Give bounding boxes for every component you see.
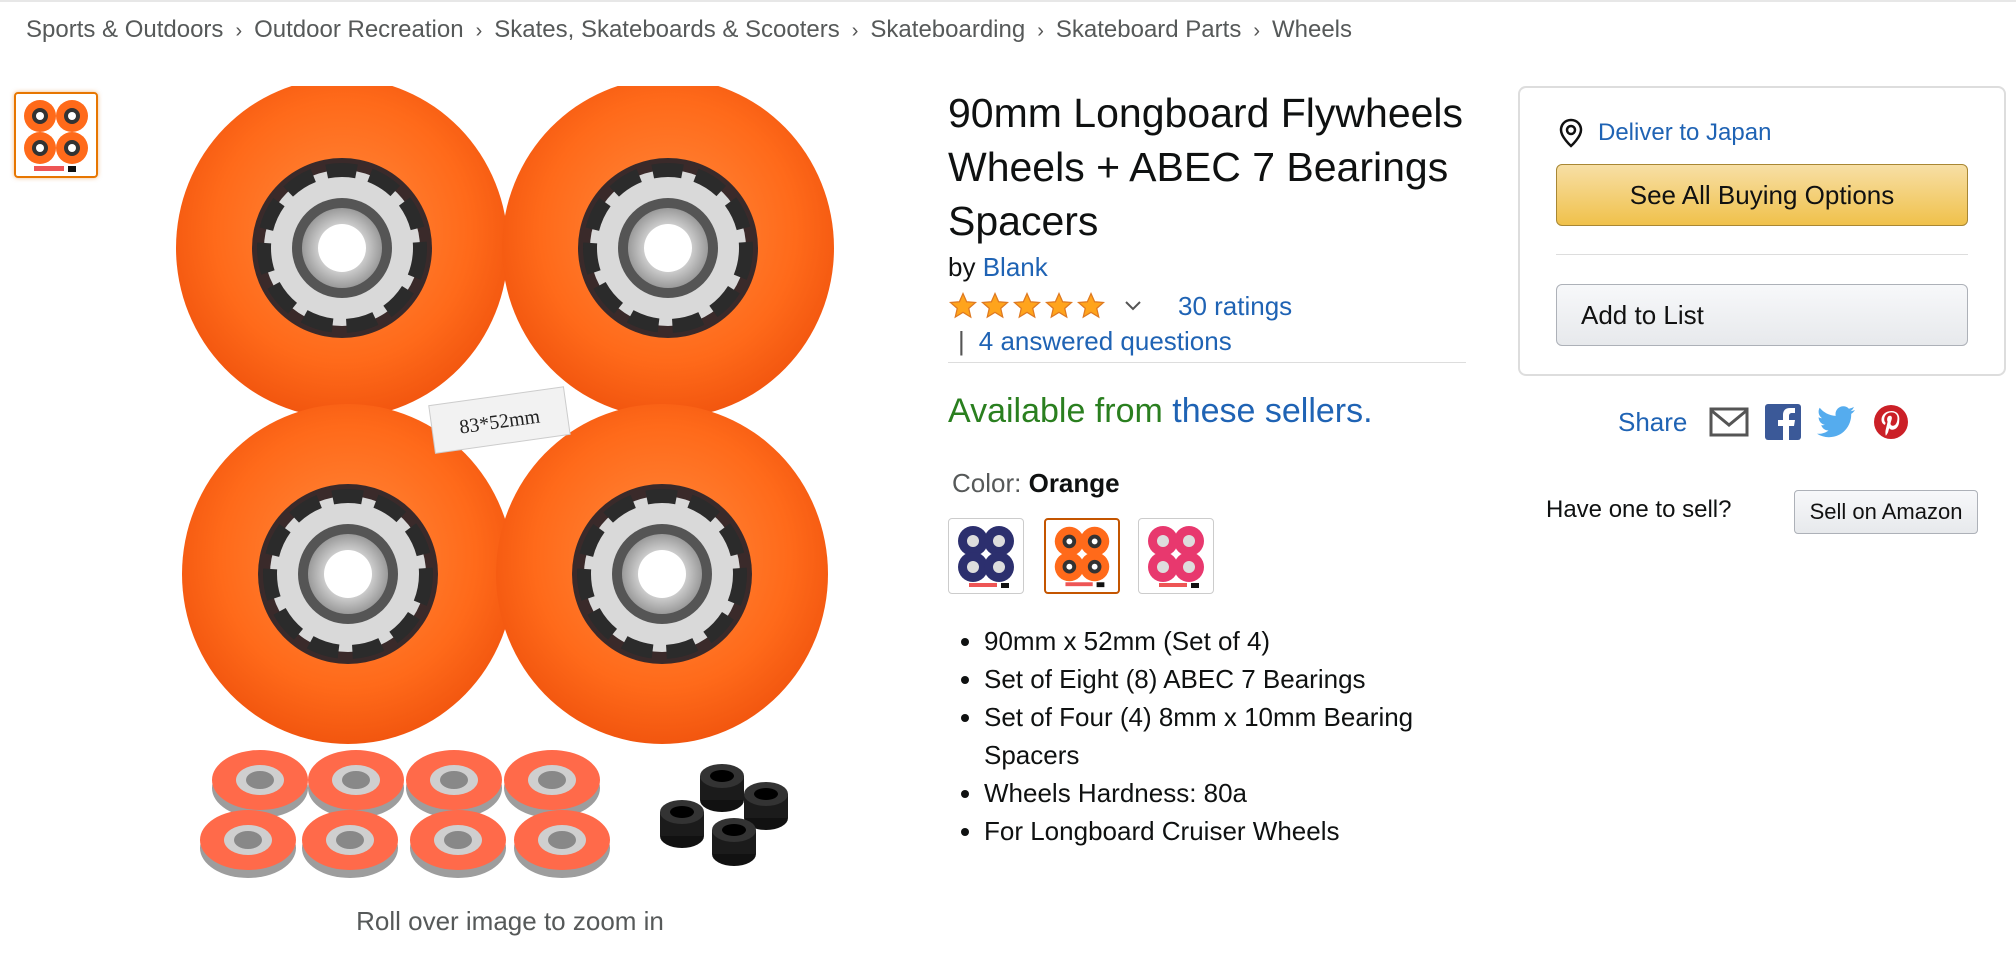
answered-questions-link[interactable]: 4 answered questions bbox=[979, 326, 1232, 356]
star-icon bbox=[980, 291, 1010, 319]
product-thumbnail[interactable] bbox=[14, 92, 98, 178]
color-selector-label: Color: Orange bbox=[952, 468, 1120, 499]
breadcrumb-item-outdoor-recreation[interactable]: Outdoor Recreation bbox=[254, 16, 463, 43]
pinterest-icon[interactable] bbox=[1873, 404, 1909, 440]
feature-item: 90mm x 52mm (Set of 4) bbox=[984, 622, 1454, 660]
thumbnail-image bbox=[24, 100, 88, 172]
color-swatch-orange[interactable] bbox=[1044, 518, 1120, 594]
feature-item: For Longboard Cruiser Wheels bbox=[984, 812, 1454, 850]
breadcrumb-item-skateboarding[interactable]: Skateboarding bbox=[870, 16, 1025, 43]
zoom-caption: Roll over image to zoom in bbox=[356, 906, 664, 936]
main-product-image[interactable]: 83*52mm bbox=[168, 86, 848, 906]
ratings-count-link[interactable]: 30 ratings bbox=[1178, 291, 1292, 322]
add-to-list-button[interactable]: Add to List bbox=[1556, 284, 1968, 346]
sell-on-amazon-button[interactable]: Sell on Amazon bbox=[1794, 490, 1978, 534]
chevron-down-icon[interactable] bbox=[1124, 300, 1142, 312]
breadcrumb-item-skateboard-parts[interactable]: Skateboard Parts bbox=[1056, 16, 1241, 43]
star-icon bbox=[1012, 291, 1042, 319]
qa-divider: | bbox=[958, 326, 965, 356]
color-swatch-navy[interactable] bbox=[948, 518, 1024, 594]
feature-bullets: 90mm x 52mm (Set of 4) Set of Eight (8) … bbox=[984, 622, 1454, 850]
pink-wheels-image bbox=[1148, 526, 1204, 588]
facebook-icon[interactable] bbox=[1765, 404, 1802, 440]
location-pin-icon bbox=[1559, 118, 1583, 148]
feature-item: Set of Eight (8) ABEC 7 Bearings bbox=[984, 660, 1454, 698]
feature-item: Set of Four (4) 8mm x 10mm Bearing Space… bbox=[984, 698, 1454, 774]
buybox-divider bbox=[1556, 254, 1968, 255]
star-icon bbox=[948, 291, 978, 319]
qa-row: | 4 answered questions bbox=[958, 326, 1232, 357]
star-icon bbox=[1044, 291, 1074, 319]
breadcrumb-item-wheels[interactable]: Wheels bbox=[1272, 16, 1352, 43]
deliver-to-text: Deliver to Japan bbox=[1598, 119, 1772, 146]
share-row: Share bbox=[1618, 404, 1909, 440]
breadcrumb-separator: › bbox=[851, 20, 859, 42]
color-label: Color: bbox=[952, 468, 1022, 498]
breadcrumb: Sports & Outdoors › Outdoor Recreation › Ska… bbox=[26, 16, 1352, 44]
star-icon bbox=[1076, 291, 1106, 319]
product-title: 90mm Longboard Flywheels Wheels + ABEC 7… bbox=[948, 90, 1464, 244]
byline: by Blank bbox=[948, 252, 1048, 283]
rating-row: 30 ratings bbox=[948, 288, 1292, 324]
selected-color: Orange bbox=[1028, 468, 1120, 498]
breadcrumb-separator: › bbox=[235, 20, 243, 42]
navy-wheels-image bbox=[958, 526, 1014, 588]
have-one-to-sell-text: Have one to sell? bbox=[1546, 496, 1732, 523]
star-rating[interactable] bbox=[948, 291, 1106, 321]
feature-item: Wheels Hardness: 80a bbox=[984, 774, 1454, 812]
availability-suffix: . bbox=[1363, 392, 1373, 430]
breadcrumb-separator: › bbox=[475, 20, 483, 42]
divider bbox=[948, 362, 1466, 363]
these-sellers-link[interactable]: these sellers bbox=[1172, 392, 1363, 430]
orange-wheels-image bbox=[1054, 526, 1110, 588]
breadcrumb-separator: › bbox=[1037, 20, 1044, 42]
breadcrumb-item-sports-outdoors[interactable]: Sports & Outdoors bbox=[26, 16, 223, 43]
color-swatch-pink[interactable] bbox=[1138, 518, 1214, 594]
breadcrumb-separator: › bbox=[1253, 20, 1260, 42]
twitter-icon[interactable] bbox=[1817, 405, 1857, 439]
brand-link[interactable]: Blank bbox=[983, 252, 1048, 282]
by-prefix: by bbox=[948, 252, 976, 282]
availability: Available from these sellers. bbox=[948, 392, 1373, 431]
availability-prefix: Available from bbox=[948, 392, 1163, 430]
share-label: Share bbox=[1618, 406, 1688, 437]
email-icon[interactable] bbox=[1709, 406, 1749, 438]
top-divider bbox=[0, 0, 2016, 2]
breadcrumb-item-skates[interactable]: Skates, Skateboards & Scooters bbox=[494, 16, 840, 43]
see-all-buying-options-button[interactable]: See All Buying Options bbox=[1556, 164, 1968, 226]
deliver-to-link[interactable]: Deliver to Japan bbox=[1558, 118, 1771, 148]
